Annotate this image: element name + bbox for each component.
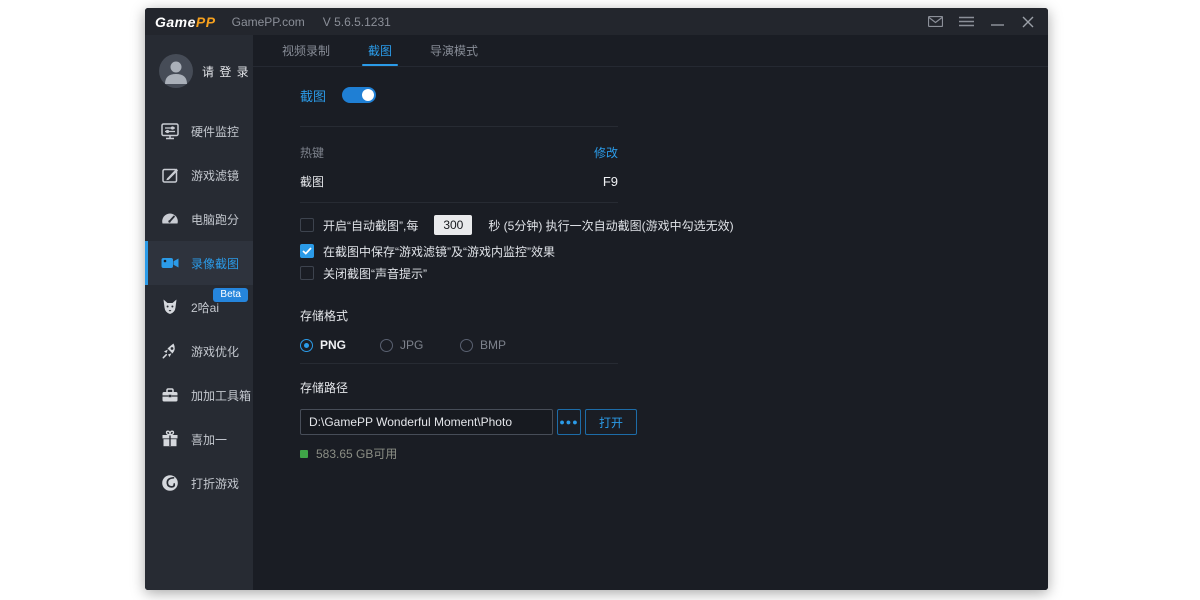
radio-label: JPG — [400, 338, 423, 352]
gamepp-window: GamePP GamePP.com V 5.6.5.1231 — [145, 8, 1048, 590]
monitor-icon — [159, 120, 181, 142]
auto-screenshot-checkbox[interactable] — [300, 218, 314, 232]
gamepp-logo: GamePP — [155, 14, 216, 30]
window-body: 请 登 录 硬件监控 游戏滤镜 — [145, 35, 1048, 590]
tab-screenshot[interactable]: 截图 — [364, 35, 396, 66]
tab-director-mode[interactable]: 导演模式 — [426, 35, 482, 66]
modify-link[interactable]: 修改 — [594, 144, 618, 161]
close-icon[interactable] — [1020, 15, 1036, 29]
mute-sound-checkbox[interactable] — [300, 266, 314, 280]
version-label: V 5.6.5.1231 — [323, 15, 391, 29]
beta-badge: Beta — [213, 288, 248, 302]
minimize-icon[interactable] — [989, 15, 1005, 29]
open-folder-button[interactable]: 打开 — [585, 409, 637, 435]
hotkey-header: 热键 修改 — [300, 144, 618, 161]
disk-space-row: 583.65 GB可用 — [300, 445, 1028, 462]
filter-brush-icon — [159, 164, 181, 186]
radio-icon — [380, 339, 393, 352]
mail-icon[interactable] — [927, 15, 943, 29]
sidebar-item-toolbox[interactable]: 加加工具箱 — [145, 373, 253, 417]
hotkey-value: F9 — [603, 174, 618, 189]
titlebar: GamePP GamePP.com V 5.6.5.1231 — [145, 8, 1048, 35]
divider — [300, 126, 618, 127]
mute-sound-option: 关闭截图“声音提示” — [300, 264, 1028, 282]
tab-bar: 视频录制 截图 导演模式 — [253, 35, 1048, 67]
tab-video-recording[interactable]: 视频录制 — [278, 35, 334, 66]
mute-sound-text: 关闭截图“声音提示” — [323, 265, 427, 282]
auto-screenshot-option: 开启“自动截图”,每 秒 (5分钟) 执行一次自动截图(游戏中勾选无效) — [300, 214, 1028, 236]
storage-path-input[interactable] — [300, 409, 553, 435]
sidebar-item-label: 加加工具箱 — [191, 387, 251, 404]
logo-text-game: Game — [155, 14, 196, 30]
sidebar-item-hardware-monitor[interactable]: 硬件监控 — [145, 109, 253, 153]
disk-indicator-icon — [300, 450, 308, 458]
toggle-knob — [362, 89, 374, 101]
format-section-label: 存储格式 — [300, 307, 1028, 324]
sidebar-item-2ha-ai[interactable]: 2哈ai Beta — [145, 285, 253, 329]
auto-screenshot-text-after: 秒 (5分钟) 执行一次自动截图(游戏中勾选无效) — [488, 217, 733, 234]
site-label: GamePP.com — [232, 15, 305, 29]
disk-free-label: 583.65 GB可用 — [316, 445, 397, 462]
video-camera-icon — [159, 252, 181, 274]
save-effects-text: 在截图中保存“游戏滤镜”及“游戏内监控”效果 — [323, 243, 555, 260]
divider — [300, 363, 618, 364]
sidebar-item-label: 硬件监控 — [191, 123, 239, 140]
format-option-jpg[interactable]: JPG — [380, 338, 460, 352]
gauge-icon — [159, 208, 181, 230]
storage-path-row: ●●● 打开 — [300, 409, 1028, 435]
format-option-png[interactable]: PNG — [300, 338, 380, 352]
radio-icon — [460, 339, 473, 352]
radio-label: PNG — [320, 338, 346, 352]
sidebar-item-benchmark[interactable]: 电脑跑分 — [145, 197, 253, 241]
check-icon — [302, 247, 312, 255]
auto-screenshot-text-before: 开启“自动截图”,每 — [323, 217, 418, 234]
storage-section-label: 存储路径 — [300, 379, 1028, 396]
login-label: 请 登 录 — [202, 63, 250, 80]
ellipsis-icon: ●●● — [559, 417, 578, 427]
sidebar-item-recording[interactable]: 录像截图 — [145, 241, 253, 285]
sidebar-item-game-optimize[interactable]: 游戏优化 — [145, 329, 253, 373]
husky-dog-icon — [159, 296, 181, 318]
sidebar-item-free-games[interactable]: 喜加一 — [145, 417, 253, 461]
browse-button[interactable]: ●●● — [557, 409, 581, 435]
rocket-icon — [159, 340, 181, 362]
logo-text-pp: PP — [196, 14, 216, 30]
format-radio-group: PNG JPG BMP — [300, 337, 1028, 353]
titlebar-controls — [927, 15, 1036, 29]
sidebar-item-label: 游戏优化 — [191, 343, 239, 360]
hotkey-row: 截图 F9 — [300, 173, 618, 190]
sidebar: 请 登 录 硬件监控 游戏滤镜 — [145, 35, 253, 590]
sidebar-item-label: 电脑跑分 — [191, 211, 239, 228]
format-option-bmp[interactable]: BMP — [460, 338, 540, 352]
divider — [300, 202, 618, 203]
radio-icon — [300, 339, 313, 352]
radio-label: BMP — [480, 338, 506, 352]
save-effects-option: 在截图中保存“游戏滤镜”及“游戏内监控”效果 — [300, 242, 1028, 260]
sidebar-item-label: 喜加一 — [191, 431, 227, 448]
sidebar-item-label: 打折游戏 — [191, 475, 239, 492]
sidebar-login[interactable]: 请 登 录 — [145, 43, 253, 99]
sidebar-item-label: 录像截图 — [191, 255, 239, 272]
screenshot-toggle-label: 截图 — [300, 86, 326, 105]
menu-icon[interactable] — [958, 15, 974, 29]
screenshot-toggle-row: 截图 — [300, 85, 1028, 105]
interval-input[interactable] — [434, 215, 472, 235]
save-effects-checkbox[interactable] — [300, 244, 314, 258]
toolbox-icon — [159, 384, 181, 406]
avatar — [159, 54, 193, 88]
screenshot-toggle[interactable] — [342, 87, 376, 103]
swirl-icon — [159, 472, 181, 494]
hotkey-section-label: 热键 — [300, 144, 324, 161]
sidebar-item-discount-games[interactable]: 打折游戏 — [145, 461, 253, 505]
content-area: 视频录制 截图 导演模式 截图 热键 修改 截图 — [253, 35, 1048, 590]
screenshot-settings-page: 截图 热键 修改 截图 F9 开启“自动截 — [253, 67, 1048, 462]
gift-icon — [159, 428, 181, 450]
sidebar-item-game-filter[interactable]: 游戏滤镜 — [145, 153, 253, 197]
desktop-background: GamePP GamePP.com V 5.6.5.1231 — [0, 0, 1200, 600]
sidebar-item-label: 游戏滤镜 — [191, 167, 239, 184]
hotkey-action-label: 截图 — [300, 173, 324, 190]
